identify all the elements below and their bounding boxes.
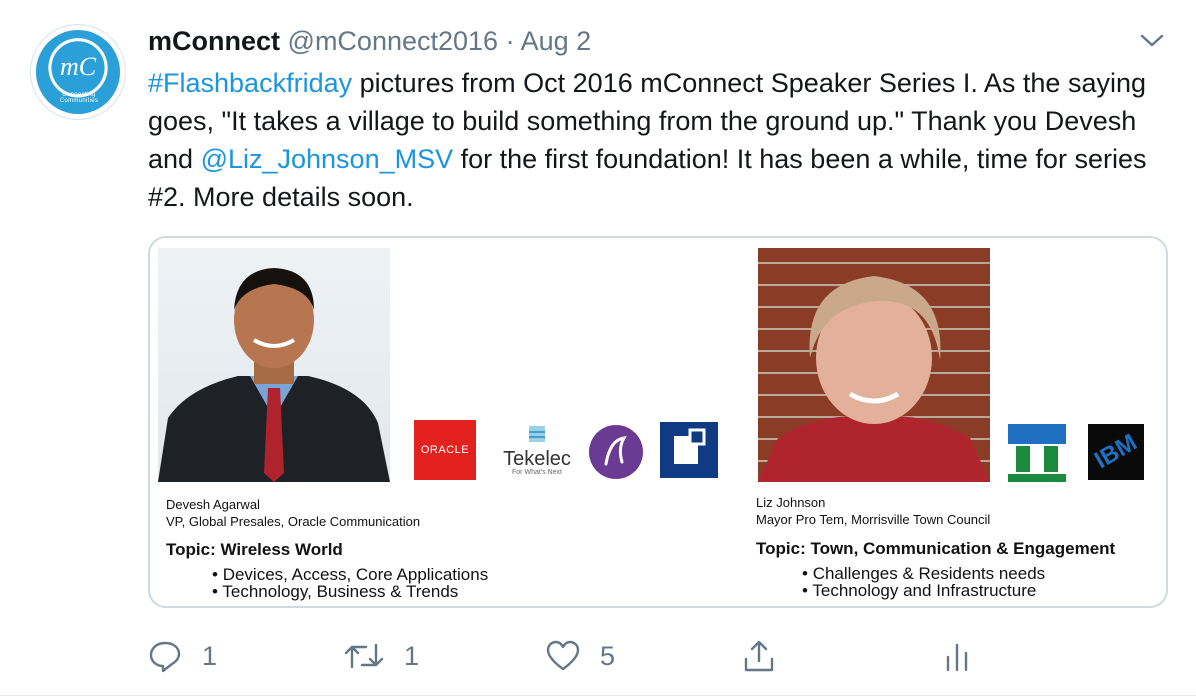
media-card[interactable]: ORACLE Tekelec For What's Next Devesh Ag… bbox=[148, 236, 1168, 608]
reply-icon bbox=[149, 641, 181, 673]
speaker1-bullets: Devices, Access, Core Applications Techn… bbox=[212, 566, 488, 600]
tweet-divider bbox=[0, 695, 1196, 696]
mention-link[interactable]: @Liz_Johnson_MSV bbox=[201, 144, 454, 174]
speaker1-title: VP, Global Presales, Oracle Communicatio… bbox=[166, 514, 421, 529]
retweet-icon bbox=[344, 643, 384, 669]
tweet-actions: 1 1 5 bbox=[0, 636, 1196, 676]
tweet-header: mConnect @mConnect2016 · Aug 2 bbox=[148, 24, 591, 58]
oracle-logo-text: ORACLE bbox=[420, 444, 470, 456]
tweet-date[interactable]: Aug 2 bbox=[521, 26, 592, 56]
avatar-initials: mC bbox=[59, 52, 97, 81]
speaker2-bullets: Challenges & Residents needs Technology … bbox=[802, 565, 1045, 599]
speaker2-topic: Topic: Town, Communication & Engagement bbox=[756, 539, 1116, 558]
list-item: Technology and Infrastructure bbox=[802, 582, 1045, 599]
ibm-logo-text: IBM bbox=[1089, 428, 1142, 475]
speaker1-name: Devesh Agarwal bbox=[166, 497, 260, 512]
avatar-tagline: Connecting Communities bbox=[59, 92, 99, 104]
ibm-logo: IBM bbox=[1088, 424, 1144, 480]
tweet-text: #Flashbackfriday pictures from Oct 2016 … bbox=[148, 64, 1178, 216]
speaker2-photo bbox=[758, 248, 990, 482]
speaker2-portrait bbox=[758, 276, 990, 482]
speaker1-portrait bbox=[158, 268, 390, 482]
analytics-icon bbox=[946, 643, 968, 672]
oracle-logo: ORACLE bbox=[414, 420, 476, 480]
tekelec-logo-text: Tekelec bbox=[503, 448, 571, 470]
share-icon bbox=[744, 640, 774, 672]
tekelec-logo: Tekelec For What's Next bbox=[500, 424, 574, 480]
author-handle[interactable]: @mConnect2016 bbox=[288, 26, 499, 56]
tekelec-logo-tagline: For What's Next bbox=[512, 469, 562, 476]
chevron-down-icon[interactable] bbox=[1138, 30, 1166, 52]
reply-button[interactable]: 1 bbox=[148, 636, 217, 676]
speaker1-photo bbox=[158, 248, 390, 482]
retweet-button[interactable]: 1 bbox=[344, 636, 419, 676]
tekelec-mark-icon bbox=[529, 426, 545, 442]
like-count: 5 bbox=[600, 640, 616, 671]
analytics-button[interactable] bbox=[944, 636, 970, 676]
corporate-square-logo bbox=[660, 422, 718, 478]
header-separator: · bbox=[505, 26, 515, 56]
heart-icon bbox=[546, 640, 580, 671]
morrisville-logo bbox=[1008, 424, 1066, 482]
speaker1-info: Devesh Agarwal VP, Global Presales, Orac… bbox=[166, 496, 420, 530]
hashtag-link[interactable]: #Flashbackfriday bbox=[148, 68, 352, 98]
speaker1-topic: Topic: Wireless World bbox=[166, 540, 343, 559]
like-button[interactable]: 5 bbox=[546, 636, 615, 676]
list-item: Challenges & Residents needs bbox=[802, 565, 1045, 582]
list-item: Technology, Business & Trends bbox=[212, 583, 488, 600]
alcatel-lucent-logo bbox=[589, 425, 643, 479]
retweet-count: 1 bbox=[404, 640, 420, 671]
speaker2-info: Liz Johnson Mayor Pro Tem, Morrisville T… bbox=[756, 494, 990, 528]
avatar[interactable]: mC Connecting Communities bbox=[30, 24, 126, 120]
share-button[interactable] bbox=[742, 636, 776, 676]
reply-count: 1 bbox=[202, 640, 218, 671]
author-name[interactable]: mConnect bbox=[148, 26, 280, 56]
speaker2-title: Mayor Pro Tem, Morrisville Town Council bbox=[756, 512, 991, 527]
list-item: Devices, Access, Core Applications bbox=[212, 566, 489, 583]
speaker2-name: Liz Johnson bbox=[756, 495, 826, 510]
